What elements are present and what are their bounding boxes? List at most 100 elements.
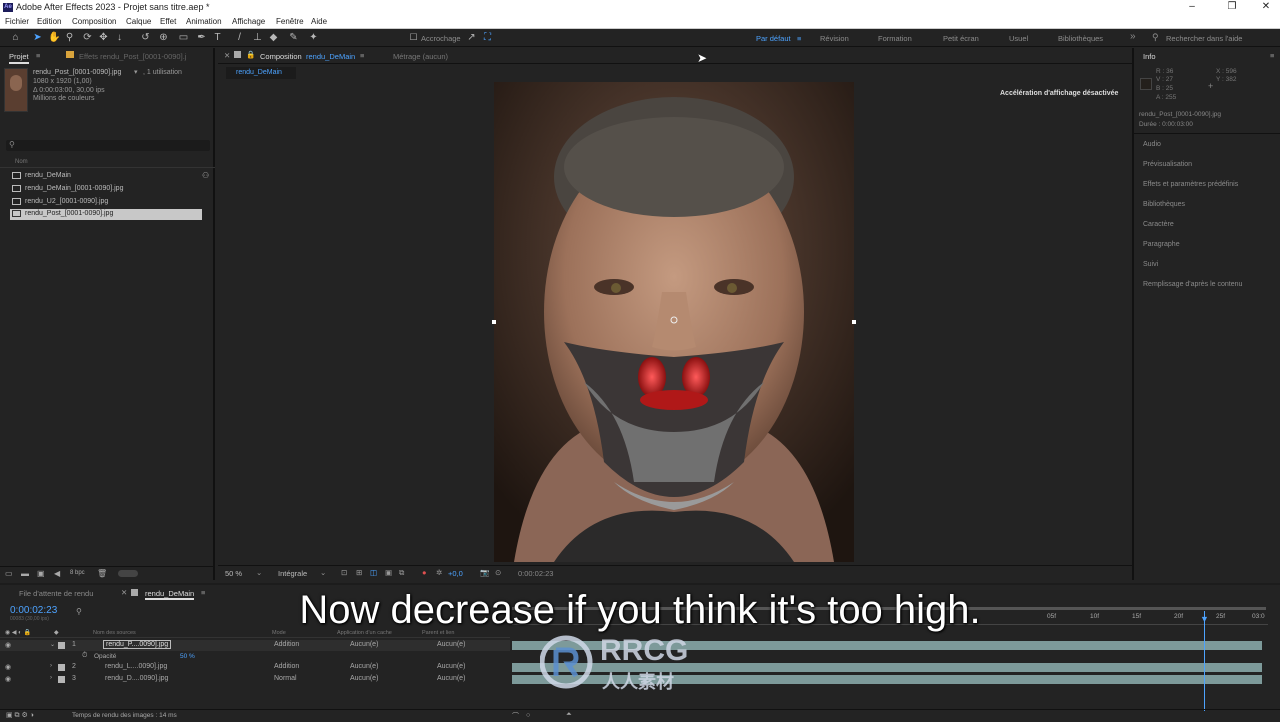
comp-menu-icon[interactable]: ≡ — [360, 51, 364, 60]
render-icon[interactable]: ◀ — [54, 569, 60, 578]
rectangle-tool-icon[interactable]: ▭ — [178, 32, 189, 43]
transform-handle[interactable] — [492, 320, 496, 324]
maximize-icon[interactable]: ❐ — [1220, 1, 1244, 12]
menu-edition[interactable]: Edition — [37, 17, 61, 26]
column-name[interactable]: Nom — [15, 159, 28, 165]
visibility-icon[interactable]: ◉ — [5, 675, 11, 683]
zoom-select[interactable]: 50 % — [225, 569, 242, 578]
expand-icon[interactable]: › — [50, 675, 52, 681]
menu-effet[interactable]: Effet — [160, 17, 176, 26]
panel-preview[interactable]: Prévisualisation — [1143, 161, 1192, 168]
layer-label-color[interactable] — [58, 642, 65, 649]
workspace-revision[interactable]: Révision — [820, 34, 849, 43]
footage-tab[interactable]: Métrage (aucun) — [393, 52, 448, 61]
text-tool-icon[interactable]: T — [212, 32, 223, 43]
menu-calque[interactable]: Calque — [126, 17, 151, 26]
comp-tab-label[interactable]: Composition — [260, 52, 302, 61]
panel-paragraph[interactable]: Paragraphe — [1143, 241, 1180, 248]
layer-row[interactable]: ◉ › 3 rendu_D....0090].jpg Normal Aucun(… — [0, 674, 510, 685]
layer-name[interactable]: rendu_L....0090].jpg — [105, 663, 167, 670]
orbit-camera-icon[interactable]: ⟳ — [82, 32, 93, 43]
color-icon[interactable]: ● — [422, 568, 427, 577]
snap-options-icon[interactable]: ↗ — [466, 32, 477, 43]
close-tab-icon[interactable]: ✕ — [224, 51, 230, 60]
zoom-dropdown-icon[interactable]: ⌄ — [256, 568, 262, 577]
layer-matte[interactable]: Aucun(e) — [350, 675, 378, 682]
menu-fichier[interactable]: Fichier — [5, 17, 29, 26]
exposure-value[interactable]: +0,0 — [448, 569, 463, 578]
pan-camera-icon[interactable]: ✥ — [98, 32, 109, 43]
list-item[interactable]: rendu_DeMain_[0001-0090].jpg — [10, 184, 210, 195]
layer-mode[interactable]: Addition — [274, 641, 299, 648]
layer-parent[interactable]: Aucun(e) — [437, 663, 465, 670]
rotate-tool-icon[interactable]: ↺ — [140, 32, 151, 43]
dropdown-icon[interactable]: ▾ — [134, 68, 138, 76]
transform-handle[interactable] — [852, 320, 856, 324]
layer-name[interactable]: rendu_D....0090].jpg — [105, 675, 168, 682]
footer-toggle-icons[interactable]: ▣ ⧉ ⚙ ◑ — [6, 711, 34, 720]
stopwatch-icon[interactable]: ⏱ — [82, 652, 87, 660]
flowchart-icon[interactable]: ⚇ — [202, 171, 209, 180]
new-folder-icon[interactable]: ▬ — [21, 569, 29, 578]
zoom-tool-icon[interactable]: ⚲ — [64, 32, 75, 43]
menu-aide[interactable]: Aide — [311, 17, 327, 26]
layer-label-color[interactable] — [58, 664, 65, 671]
snapshot-icon[interactable]: 📷 — [480, 568, 489, 577]
list-item[interactable]: rendu_DeMain ⚇ — [10, 171, 210, 182]
property-row[interactable]: ⏱ Opacité 50 % — [0, 651, 510, 662]
interpret-footage-icon[interactable]: ▭ — [5, 569, 13, 578]
zoom-in-icon[interactable]: ⏶ — [566, 711, 572, 719]
workspace-menu-icon[interactable]: ≡ — [797, 34, 801, 43]
layer-mode[interactable]: Addition — [274, 663, 299, 670]
search-icon[interactable]: ⚲ — [1152, 32, 1159, 43]
pen-tool-icon[interactable]: ✒ — [196, 32, 207, 43]
mask-toggle-icon[interactable]: ◫ — [370, 568, 377, 577]
menu-affichage[interactable]: Affichage — [232, 17, 265, 26]
new-comp-icon[interactable]: ▣ — [37, 569, 45, 578]
anchor-tool-icon[interactable]: ⊕ — [158, 32, 169, 43]
layer-name[interactable]: rendu_P....0090].jpg — [103, 640, 172, 649]
resolution-select[interactable]: Intégrale — [278, 569, 307, 578]
zoom-slider-icon[interactable]: ○ — [526, 712, 530, 719]
help-search-input[interactable]: Rechercher dans l'aide — [1166, 34, 1242, 43]
tab-effects[interactable]: Effets rendu_Post_[0001-0090].j — [79, 52, 191, 61]
scroll-handle[interactable] — [118, 570, 138, 577]
tab-project[interactable]: Projet — [9, 52, 29, 64]
eraser-tool-icon[interactable]: ◆ — [268, 32, 279, 43]
comp-breadcrumb[interactable]: rendu_DeMain — [226, 67, 296, 79]
channel-icon[interactable]: ⧉ — [399, 568, 404, 578]
layer-row[interactable]: ◉ ⌄ 1 rendu_P....0090].jpg Addition Aucu… — [0, 640, 510, 651]
panel-libraries[interactable]: Bibliothèques — [1143, 201, 1185, 208]
layer-parent[interactable]: Aucun(e) — [437, 675, 465, 682]
trash-icon[interactable]: 🗑 — [97, 569, 107, 578]
visibility-icon[interactable]: ◉ — [5, 663, 11, 671]
dolly-camera-icon[interactable]: ↓ — [114, 32, 125, 43]
show-snapshot-icon[interactable]: ⊙ — [495, 568, 501, 577]
roto-tool-icon[interactable]: ✎ — [288, 32, 299, 43]
layer-row[interactable]: ◉ › 2 rendu_L....0090].jpg Addition Aucu… — [0, 662, 510, 673]
layer-mode[interactable]: Normal — [274, 675, 297, 682]
transparency-grid-icon[interactable]: ⊞ — [356, 568, 362, 577]
workspace-usuel[interactable]: Usuel — [1009, 34, 1028, 43]
panel-effects-presets[interactable]: Effets et paramètres prédéfinis — [1143, 181, 1238, 188]
minimize-icon[interactable]: – — [1180, 1, 1204, 12]
layer-matte[interactable]: Aucun(e) — [350, 663, 378, 670]
list-item[interactable]: rendu_U2_[0001-0090].jpg — [10, 197, 210, 208]
project-menu-icon[interactable]: ≡ — [36, 51, 40, 60]
more-workspaces-icon[interactable]: » — [1130, 31, 1136, 42]
bpc-button[interactable]: 8 bpc — [70, 570, 85, 576]
layer-matte[interactable]: Aucun(e) — [350, 641, 378, 648]
selection-tool-icon[interactable]: ➤ — [32, 32, 43, 43]
opacity-value[interactable]: 50 % — [180, 653, 195, 660]
comp-tab-name[interactable]: rendu_DeMain — [306, 52, 355, 61]
panel-tracker[interactable]: Suivi — [1143, 261, 1158, 268]
exposure-icon[interactable]: ✲ — [436, 568, 442, 577]
current-time[interactable]: 0:00:02:23 — [518, 569, 553, 578]
menu-fenetre[interactable]: Fenêtre — [276, 17, 304, 26]
snap-grid-icon[interactable]: ⛶ — [482, 32, 493, 43]
menu-animation[interactable]: Animation — [186, 17, 222, 26]
workspace-formation[interactable]: Formation — [878, 34, 912, 43]
clone-tool-icon[interactable]: ⊥ — [252, 32, 263, 43]
layer-label-color[interactable] — [58, 676, 65, 683]
expand-icon[interactable]: ⌄ — [50, 641, 55, 648]
